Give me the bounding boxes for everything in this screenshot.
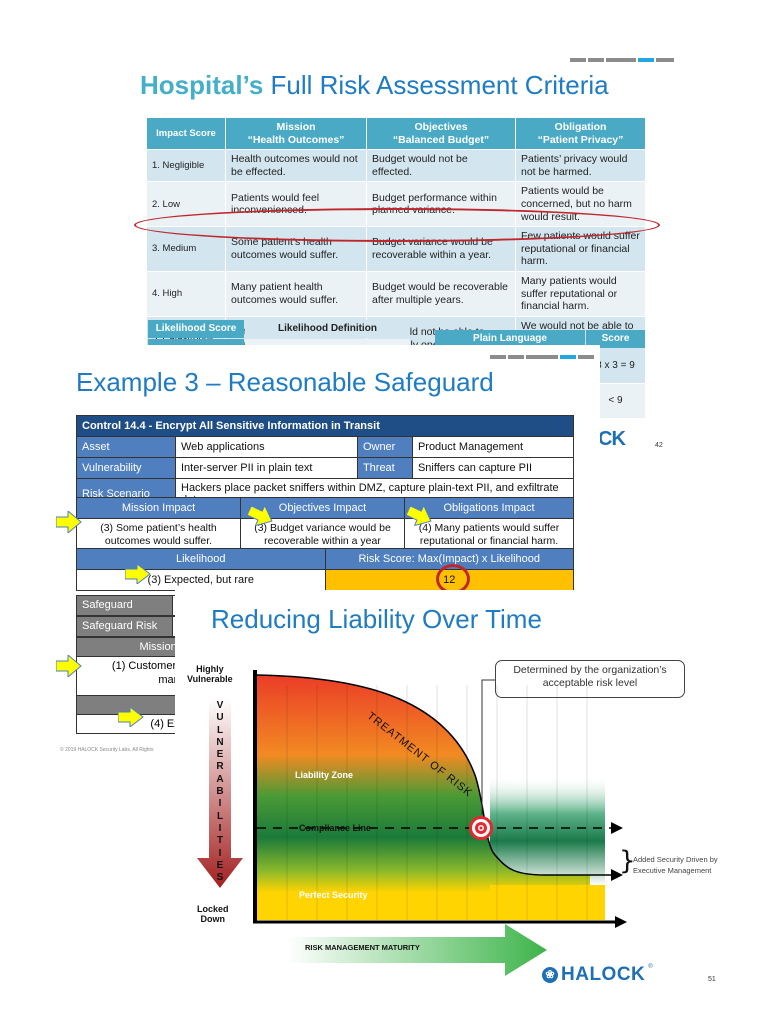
page-title: Hospital’s Full Risk Assessment Criteria: [140, 70, 609, 101]
pointer-arrow-icon: [56, 655, 82, 677]
control-table: Control 14.4 - Encrypt All Sensitive Inf…: [76, 415, 575, 510]
title-rest: Full Risk Assessment Criteria: [263, 70, 609, 100]
header-likelihood-score: Likelihood Score: [148, 320, 244, 338]
y-axis-letter: E: [216, 859, 224, 871]
y-axis-letter: S: [216, 872, 224, 884]
perfect-security-band: [490, 885, 605, 920]
y-axis-letter: B: [216, 786, 224, 798]
y-axis-letter: I: [218, 822, 222, 834]
header-likelihood-definition: Likelihood Definition: [245, 320, 410, 338]
y-axis-letter: E: [216, 749, 224, 761]
slide-progress-indicator: [490, 355, 594, 359]
y-axis-letters: VULNERABILITIES: [212, 700, 228, 884]
likelihood-header: Likelihood: [76, 548, 326, 570]
table-row: 1. Negligible Health outcomes would not …: [146, 149, 646, 183]
copyright: © 2019 HALOCK Security Labs. All Rights: [60, 747, 154, 753]
y-axis-letter: I: [218, 847, 222, 859]
y-axis-letter: V: [216, 700, 224, 711]
header-obligation: Obligation “Patient Privacy”: [515, 116, 646, 151]
mission-impact-value: (3) Some patient’s health outcomes would…: [76, 517, 241, 553]
compliance-line-label: Compliance Line: [299, 823, 372, 833]
header-impact-score: Impact Score: [146, 116, 226, 151]
threat-label: Threat: [356, 457, 413, 479]
y-axis-letter: I: [218, 798, 222, 810]
y-axis-letter: T: [216, 835, 224, 847]
mission-impact-header: Mission Impact: [76, 497, 241, 519]
pointer-arrow-icon: [125, 564, 151, 584]
halock-logo: ❀ HALOCK ®: [542, 964, 653, 986]
y-axis-letter: L: [216, 724, 224, 736]
header-objectives: Objectives “Balanced Budget”: [366, 116, 516, 151]
added-security-label: Added Security Driven by Executive Manage…: [633, 855, 718, 875]
acceptable-risk-callout: Determined by the organization’s accepta…: [495, 660, 685, 698]
safeguard-risk-label: Safeguard Risk: [76, 616, 173, 637]
vulnerability-value: Inter-server PII in plain text: [175, 457, 358, 479]
page-number: 42: [655, 442, 663, 449]
target-icon: [469, 816, 493, 840]
title-highlight: Hospital’s: [140, 70, 264, 100]
likelihood-table: Likelihood Score Likelihood Definition: [148, 320, 410, 346]
pointer-arrow-icon: [56, 511, 82, 533]
y-axis-letter: A: [216, 773, 224, 785]
owner-label: Owner: [356, 436, 413, 458]
halock-emblem-icon: ❀: [542, 967, 558, 983]
page-number: 51: [708, 976, 716, 983]
pointer-arrow-icon: [118, 707, 144, 727]
x-axis-label: RISK MANAGEMENT MATURITY: [305, 943, 420, 952]
perfect-security-label: Perfect Security: [299, 890, 368, 900]
highlight-ellipse: [134, 208, 660, 242]
y-axis-letter: N: [216, 736, 224, 748]
likelihood-value: (3) Expected, but rare: [76, 569, 326, 591]
y-axis-letter: U: [216, 712, 224, 724]
y-axis-letter: R: [216, 761, 224, 773]
y-axis-top-label: Highly Vulnerable: [187, 664, 233, 685]
y-axis-letter: L: [216, 810, 224, 822]
y-axis-bottom-label: Locked Down: [197, 904, 229, 925]
page-title: Reducing Liability Over Time: [211, 604, 542, 634]
owner-value: Product Management: [411, 436, 575, 458]
page-title: Example 3 – Reasonable Safeguard: [76, 367, 494, 397]
halock-logo-fragment: CK: [598, 428, 626, 450]
asset-label: Asset: [76, 436, 176, 458]
vulnerability-label: Vulnerability: [76, 457, 176, 479]
impact-table: Mission Impact Objectives Impact Obligat…: [76, 497, 574, 553]
asset-value: Web applications: [175, 436, 358, 458]
threat-value: Sniffers can capture PII: [411, 457, 575, 479]
header-mission: Mission “Health Outcomes”: [225, 116, 367, 151]
liability-zone-label: Liability Zone: [295, 770, 354, 780]
control-title: Control 14.4 - Encrypt All Sensitive Inf…: [76, 415, 574, 437]
table-row: 4. High Many patient health outcomes wou…: [146, 270, 646, 317]
slide-reducing-liability: Reducing Liability Over Time Highly Vulne…: [175, 590, 767, 1024]
slide-progress-indicator: [570, 58, 674, 62]
safeguard-label: Safeguard: [76, 595, 173, 616]
